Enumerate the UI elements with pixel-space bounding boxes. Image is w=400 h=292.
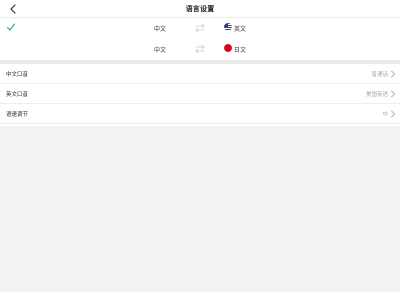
us-flag-icon: [224, 23, 232, 31]
setting-label: 语速调节: [6, 112, 29, 118]
checkmark-icon: [6, 23, 16, 31]
page-title: 语言设置: [185, 4, 215, 13]
back-button[interactable]: [6, 2, 20, 16]
chevron-right-icon: [391, 70, 395, 78]
language-pair-row-japanese[interactable]: 中文 日文: [0, 39, 400, 60]
language-pairs-panel: 中文 英文 中文 日文: [0, 18, 400, 60]
top-bar: 语言设置: [0, 0, 400, 18]
swap-arrows-icon: [195, 23, 205, 33]
setting-row-speech-rate[interactable]: 语速调节 中: [0, 104, 400, 124]
setting-row-english-accent[interactable]: 英文口音 美国英语: [0, 84, 400, 104]
target-language-label: 日文: [234, 47, 247, 54]
chevron-right-icon: [391, 90, 395, 98]
chevron-right-icon: [391, 110, 395, 118]
setting-label: 英文口音: [6, 92, 29, 98]
setting-value: 普通话: [371, 72, 388, 78]
setting-value: 美国英语: [365, 92, 388, 98]
source-language-label: 中文: [154, 26, 167, 33]
empty-content-area: [0, 126, 400, 292]
swap-arrows-icon: [195, 44, 205, 54]
voice-settings-list: 中文口音 普通话 英文口音 美国英语 语速调节 中: [0, 64, 400, 126]
setting-value: 中: [382, 112, 388, 118]
language-pair-row-english[interactable]: 中文 英文: [0, 18, 400, 39]
setting-label: 中文口音: [6, 72, 29, 78]
target-language-label: 英文: [234, 26, 247, 33]
setting-row-chinese-accent[interactable]: 中文口音 普通话: [0, 64, 400, 84]
chevron-left-icon: [10, 4, 16, 14]
jp-flag-icon: [224, 44, 232, 52]
source-language-label: 中文: [154, 47, 167, 54]
